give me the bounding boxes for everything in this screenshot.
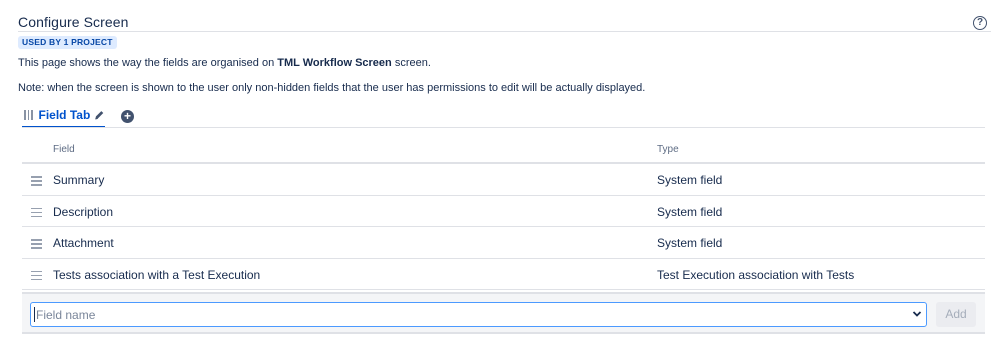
screen-description: This page shows the way the fields are o…	[18, 57, 431, 69]
text-cursor	[34, 307, 35, 322]
drag-handle-icon[interactable]	[31, 207, 42, 220]
description-suffix: screen.	[391, 57, 431, 69]
permissions-note: Note: when the screen is shown to the us…	[18, 82, 646, 94]
screen-name: TML Workflow Screen	[277, 57, 392, 69]
field-type: System field	[657, 204, 723, 219]
fields-table: Field Type Summary System field Descript…	[22, 134, 985, 290]
drag-handle-icon[interactable]	[24, 110, 33, 121]
field-type: System field	[657, 173, 723, 187]
table-header: Field Type	[22, 134, 985, 164]
plus-circle-icon[interactable]: +	[121, 110, 134, 123]
field-name: Description	[53, 204, 114, 219]
description-prefix: This page shows the way the fields are o…	[18, 57, 278, 69]
page-title: Configure Screen	[18, 14, 129, 30]
table-row[interactable]: Description System field	[22, 196, 985, 227]
pencil-icon[interactable]	[94, 109, 105, 121]
tab-field-tab[interactable]: Field Tab	[22, 106, 105, 128]
tab-label[interactable]: Field Tab	[39, 108, 91, 122]
field-type: System field	[657, 236, 723, 250]
chevron-down-icon[interactable]	[912, 310, 922, 318]
field-name: Tests association with a Test Execution	[53, 267, 261, 282]
usage-badge[interactable]: USED BY 1 PROJECT	[18, 36, 117, 49]
drag-handle-icon[interactable]	[31, 239, 42, 251]
table-row[interactable]: Summary System field	[22, 164, 985, 196]
header-divider	[18, 31, 991, 32]
field-name: Summary	[53, 173, 105, 187]
field-name: Attachment	[53, 236, 114, 250]
add-field-row: Field name Add	[22, 292, 985, 334]
table-row[interactable]: Tests association with a Test Execution …	[22, 259, 985, 290]
field-type: Test Execution association with Tests	[657, 267, 855, 282]
table-row[interactable]: Attachment System field	[22, 227, 985, 259]
tabs-divider	[22, 127, 985, 128]
drag-handle-icon[interactable]	[31, 270, 42, 283]
field-name-placeholder: Field name	[36, 308, 96, 322]
column-header-type: Type	[657, 144, 679, 155]
drag-handle-icon[interactable]	[31, 176, 42, 188]
add-button[interactable]: Add	[936, 302, 976, 327]
field-name-select[interactable]: Field name	[30, 302, 927, 327]
question-circle-icon[interactable]: ?	[973, 16, 987, 30]
column-header-field: Field	[53, 144, 75, 155]
